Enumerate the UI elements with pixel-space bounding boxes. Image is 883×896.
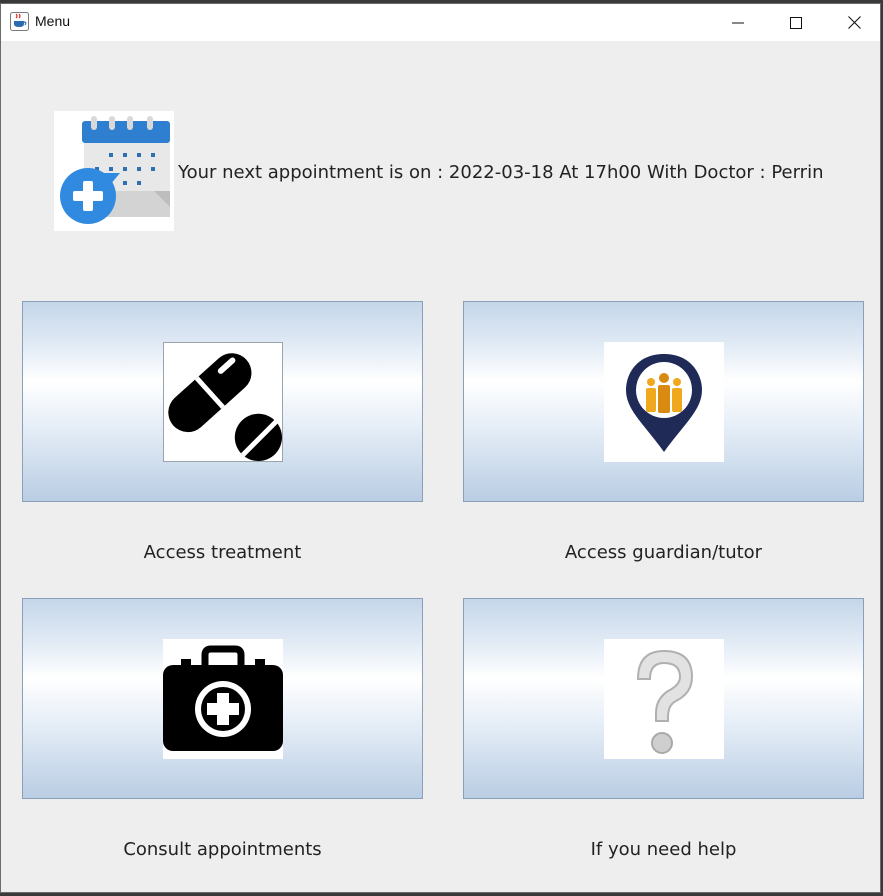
minimize-icon [732, 22, 744, 23]
title-bar: Menu [1, 4, 880, 41]
consult-appointments-button[interactable] [22, 598, 423, 799]
help-label: If you need help [590, 839, 737, 860]
access-guardian-button[interactable] [463, 301, 864, 502]
family-location-icon [603, 341, 724, 462]
minimize-button[interactable] [709, 4, 767, 41]
menu-content: Your next appointment is on : 2022-03-18… [1, 41, 880, 892]
maximize-button[interactable] [767, 4, 825, 41]
next-appointment-text: Your next appointment is on : 2022-03-18… [178, 162, 824, 183]
help-button[interactable] [463, 598, 864, 799]
access-treatment-label: Access treatment [143, 542, 302, 563]
maximize-icon [790, 16, 802, 29]
java-app-icon [10, 12, 29, 31]
calendar-add-icon [54, 111, 174, 231]
pill-icon [162, 341, 283, 462]
consult-appointments-label: Consult appointments [123, 839, 322, 860]
access-guardian-label: Access guardian/tutor [564, 542, 763, 563]
first-aid-kit-icon [162, 638, 283, 759]
question-mark-icon [603, 638, 724, 759]
menu-window: Menu Your next appointment is on: 2022-… [0, 3, 881, 893]
close-icon [847, 16, 861, 29]
close-button[interactable] [825, 4, 883, 41]
access-treatment-button[interactable] [22, 301, 423, 502]
window-title: Menu [35, 13, 71, 29]
